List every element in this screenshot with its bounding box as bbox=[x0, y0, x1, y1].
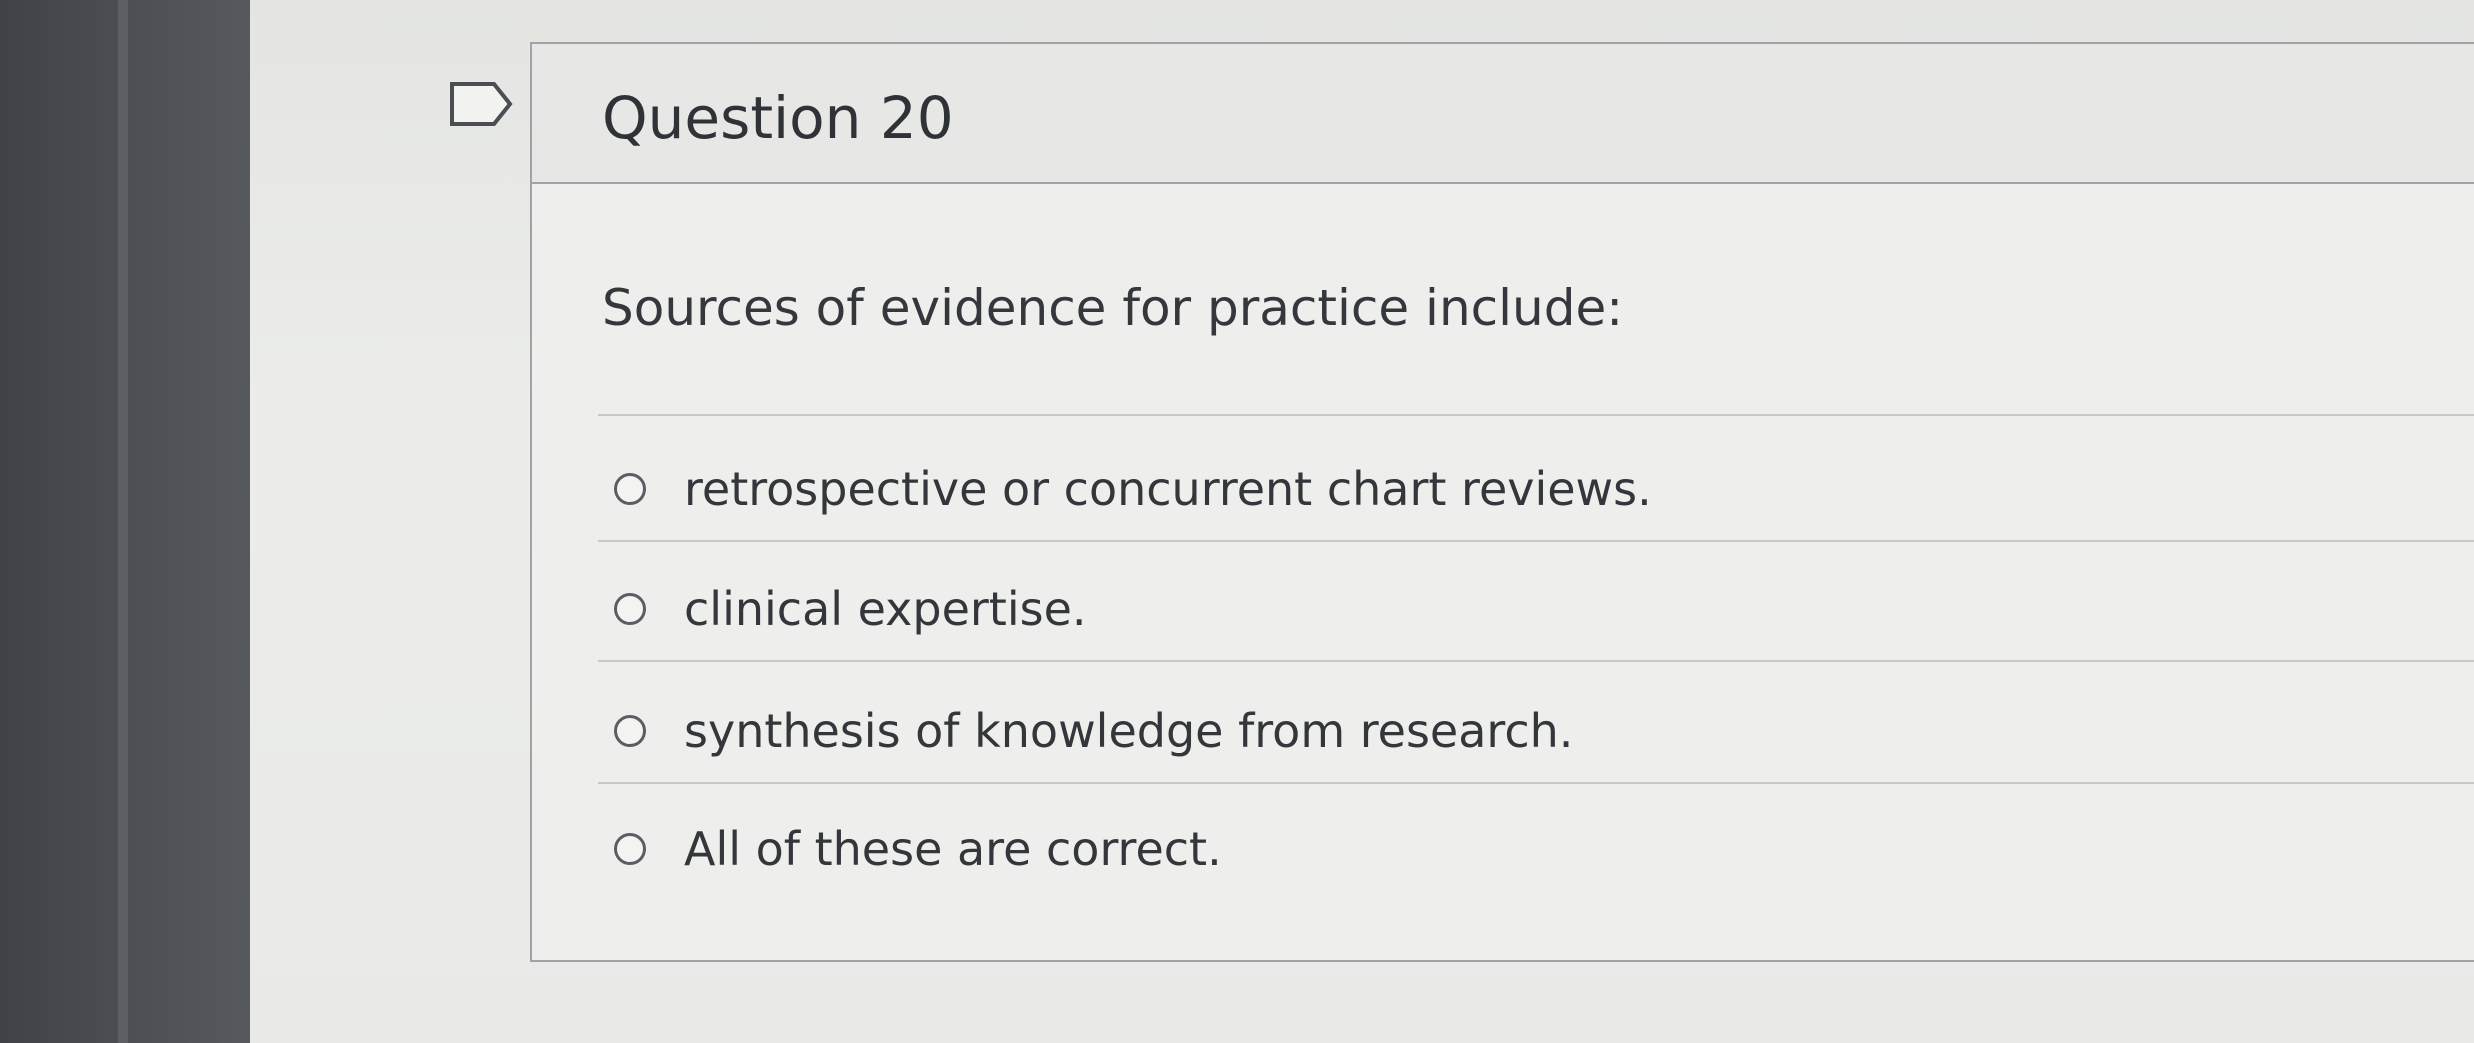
question-card: Question 20 Sources of evidence for prac… bbox=[530, 42, 2474, 962]
answer-option-4[interactable]: All of these are correct. bbox=[614, 814, 2214, 884]
radio-button-icon[interactable] bbox=[614, 473, 646, 505]
flag-icon[interactable] bbox=[448, 80, 516, 128]
monitor-bezel-edge bbox=[118, 0, 128, 1043]
radio-button-icon[interactable] bbox=[614, 833, 646, 865]
answer-divider bbox=[598, 660, 2474, 662]
answer-option-1[interactable]: retrospective or concurrent chart review… bbox=[614, 454, 2214, 524]
answer-label: retrospective or concurrent chart review… bbox=[684, 462, 1652, 516]
radio-button-icon[interactable] bbox=[614, 593, 646, 625]
answer-divider bbox=[598, 782, 2474, 784]
answer-label: clinical expertise. bbox=[684, 582, 1087, 636]
answer-label: All of these are correct. bbox=[684, 822, 1222, 876]
answer-option-2[interactable]: clinical expertise. bbox=[614, 574, 2214, 644]
answer-option-3[interactable]: synthesis of knowledge from research. bbox=[614, 696, 2214, 766]
answer-label: synthesis of knowledge from research. bbox=[684, 704, 1574, 758]
question-prompt: Sources of evidence for practice include… bbox=[602, 279, 1624, 337]
question-header: Question 20 bbox=[532, 44, 2474, 184]
question-title: Question 20 bbox=[602, 84, 954, 152]
radio-button-icon[interactable] bbox=[614, 715, 646, 747]
answer-divider bbox=[598, 414, 2474, 416]
answer-divider bbox=[598, 540, 2474, 542]
